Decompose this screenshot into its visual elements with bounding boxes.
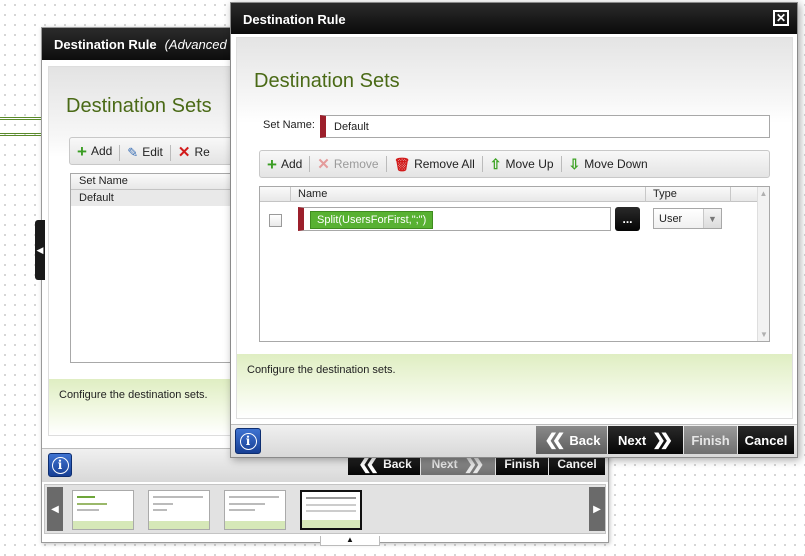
thumbs-collapse-handle[interactable]: ▲	[320, 536, 380, 546]
cancel-button[interactable]: Cancel	[738, 426, 794, 454]
back-add-button[interactable]: + Add	[70, 138, 119, 164]
set-name-label: Set Name:	[263, 119, 315, 131]
thumbs-next-arrow[interactable]: ▶	[589, 487, 605, 531]
hint-panel: Configure the destination sets.	[237, 354, 792, 418]
close-icon[interactable]: ✕	[773, 10, 789, 26]
side-collapse-tab[interactable]: ◀	[35, 220, 45, 280]
plus-icon: +	[267, 154, 277, 174]
connector-line	[0, 133, 41, 136]
back-window-title: Destination Rule	[54, 37, 157, 52]
plus-icon: +	[77, 141, 87, 161]
set-name-input[interactable]: Default	[320, 115, 770, 138]
move-down-button[interactable]: ⇩ Move Down	[562, 151, 655, 177]
grid-scrollbar[interactable]: ▲ ▼	[757, 187, 769, 341]
destination-toolbar: + Add ✕ Remove 🗑 Remove All ⇧ Move Up ⇩ Move …	[259, 150, 770, 178]
row-checkbox[interactable]	[269, 214, 282, 227]
type-column-header[interactable]: Type	[653, 188, 677, 200]
back-section-title: Destination Sets	[66, 95, 212, 117]
remove-icon: ✕	[177, 143, 191, 161]
destination-grid: Name Type Split(UsersForFirst,";") ... U…	[259, 186, 770, 342]
edit-icon: ✎	[127, 144, 139, 160]
move-up-button[interactable]: ⇧ Move Up	[483, 151, 561, 177]
chevron-up-icon: ▲	[346, 535, 354, 544]
destination-expression-field[interactable]: Split(UsersForFirst,";")	[298, 207, 611, 231]
arrow-up-icon: ⇧	[489, 156, 502, 172]
destination-rule-dialog: Destination Rule ✕ Destination Sets Set …	[230, 2, 798, 458]
arrow-down-icon: ⇩	[568, 156, 581, 172]
remove-all-button[interactable]: 🗑 Remove All	[387, 151, 482, 177]
info-icon: i	[239, 432, 257, 450]
trash-remove-icon: 🗑	[393, 156, 411, 172]
finish-button[interactable]: Finish	[684, 426, 737, 454]
remove-icon: ✕	[317, 155, 330, 173]
scroll-down-icon[interactable]: ▼	[758, 330, 770, 339]
type-select[interactable]: User ▼	[653, 208, 722, 229]
chevron-left-icon: ❮❮	[544, 432, 566, 449]
dialog-title: Destination Rule	[243, 12, 346, 27]
step-thumbnail-strip: ◀ ▶	[44, 484, 606, 534]
section-title: Destination Sets	[254, 70, 400, 92]
back-edit-button[interactable]: ✎ Edit	[120, 139, 170, 165]
chevron-right-icon: ❯❯	[652, 432, 673, 449]
expression-token[interactable]: Split(UsersForFirst,";")	[310, 211, 434, 229]
dialog-title-bar: Destination Rule	[231, 3, 797, 34]
back-window-subtitle: (Advanced	[164, 37, 227, 52]
chevron-down-icon: ▼	[703, 209, 721, 228]
scroll-up-icon[interactable]: ▲	[758, 189, 769, 198]
step-thumbnail-1[interactable]	[72, 490, 134, 530]
add-button[interactable]: + Add	[260, 151, 309, 177]
back-remove-button[interactable]: ✕ Re	[171, 139, 217, 165]
connector-line	[0, 117, 41, 120]
remove-button[interactable]: ✕ Remove	[310, 151, 385, 177]
back-button[interactable]: ❮❮ Back	[536, 426, 607, 454]
grid-header: Name Type	[260, 187, 757, 202]
dialog-body: Destination Sets Set Name: Default + Add …	[236, 37, 793, 419]
name-column-header[interactable]: Name	[298, 188, 327, 200]
info-button[interactable]: i	[235, 428, 261, 454]
ellipsis-button[interactable]: ...	[615, 207, 640, 231]
next-button[interactable]: Next ❯❯	[608, 426, 683, 454]
back-info-button[interactable]: i	[48, 453, 72, 477]
info-icon: i	[51, 456, 69, 474]
chevron-left-icon: ◀	[36, 244, 44, 255]
thumbs-prev-arrow[interactable]: ◀	[47, 487, 63, 531]
step-thumbnail-2[interactable]	[148, 490, 210, 530]
step-thumbnail-3[interactable]	[224, 490, 286, 530]
step-thumbnail-4-selected[interactable]	[300, 490, 362, 530]
